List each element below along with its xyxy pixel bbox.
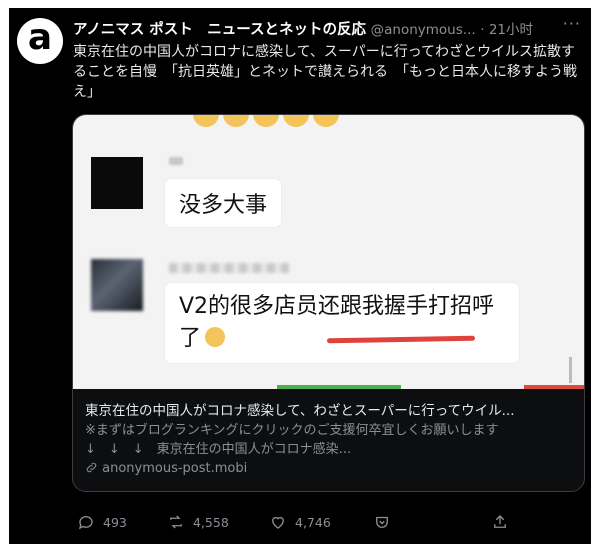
share-button[interactable] (491, 513, 509, 531)
retweet-button[interactable]: 4,558 (167, 513, 229, 531)
scrollbar (569, 357, 572, 383)
card-desc-line: ↓ ↓ ↓ 東京在住の中国人がコロナ感染... (85, 442, 352, 457)
chat-name-blurred (169, 263, 289, 273)
author-name[interactable]: アノニマス ポスト ニュースとネットの反応 (73, 22, 366, 38)
like-count: 4,746 (295, 514, 331, 530)
author-avatar[interactable]: a (17, 18, 63, 64)
smiley-emoji-icon (205, 327, 226, 347)
tweet-text: 東京在住の中国人がコロナに感染して、スーパーに行ってわざとウイルス拡散することを… (73, 44, 577, 100)
reply-icon (78, 516, 93, 530)
green-bar (277, 385, 401, 389)
author-handle[interactable]: @anonymous... (371, 22, 476, 38)
shield-icon (376, 516, 388, 528)
card-image: 没多大事 V2的很多店员还跟我握手打招呼了 (73, 115, 584, 389)
avatar-letter: a (27, 17, 53, 58)
emoji-row (193, 115, 339, 127)
chat-avatar-blurred (91, 157, 143, 209)
tweet-header: アノニマス ポスト ニュースとネットの反応 @anonymous... · 21… (73, 18, 581, 40)
retweet-icon (170, 515, 182, 529)
link-icon (86, 462, 97, 473)
like-button[interactable]: 4,746 (269, 513, 331, 531)
card-link[interactable]: anonymous-post.mobi (85, 461, 247, 476)
tweet-actions: 493 4,558 4,746 (77, 513, 517, 537)
card-title: 東京在住の中国人がコロナ感染して、わざとスーパーに行ってウイル... (85, 403, 515, 419)
reply-count: 493 (103, 514, 127, 530)
share-icon (494, 515, 506, 528)
card-description: ※まずはブログランキングにクリックのご支援何卒宜しくお願いします ↓ ↓ ↓ 東… (85, 421, 575, 459)
red-bar (524, 385, 584, 389)
chat-bubble-1: 没多大事 (165, 179, 282, 227)
chat-avatar-blurred (91, 259, 143, 311)
reply-button[interactable]: 493 (77, 513, 127, 531)
retweet-count: 4,558 (193, 514, 229, 530)
card-desc-line: ※まずはブログランキングにクリックのご支援何卒宜しくお願いします (85, 423, 499, 438)
chat-name-blurred (169, 157, 183, 165)
tweet-frame: a アノニマス ポスト ニュースとネットの反応 @anonymous... · … (9, 8, 591, 544)
card-link-text: anonymous-post.mobi (102, 461, 248, 476)
more-options-icon[interactable]: ··· (563, 18, 581, 33)
tweet-time[interactable]: · 21小时 (480, 22, 533, 38)
bookmark-button[interactable] (373, 513, 391, 531)
heart-icon (272, 516, 284, 529)
link-card[interactable]: 没多大事 V2的很多店员还跟我握手打招呼了 東京在住の中国人がコロナ感染して、わ… (72, 114, 585, 492)
chat-bubble-2: V2的很多店员还跟我握手打招呼了 (165, 283, 519, 363)
